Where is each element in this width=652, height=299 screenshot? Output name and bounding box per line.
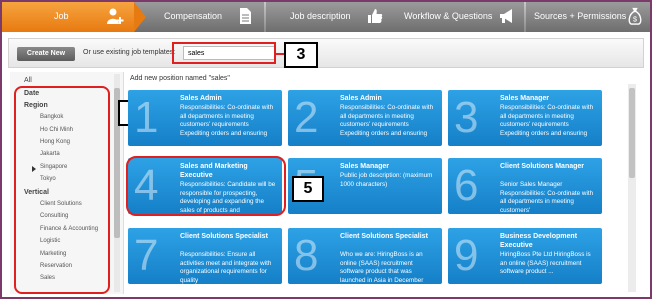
card-title: Sales Manager	[500, 95, 550, 102]
card-description: Responsibilities: Co-ordinate with all d…	[340, 104, 434, 137]
results-scrollbar[interactable]	[628, 84, 636, 292]
tab-job-description[interactable]: Job description	[272, 2, 392, 32]
card-number: 1	[134, 93, 159, 142]
tab-workflow-questions-label: Workflow & Questions	[404, 11, 493, 21]
tab-compensation-label: Compensation	[164, 11, 223, 21]
wizard-tab-bar: Job Compensation Job description Workflo…	[2, 2, 650, 32]
card-description: Senior Sales Manager Responsibilities: C…	[500, 181, 594, 214]
card-title: Business Development Executive	[500, 233, 578, 249]
card-description: Who we are: HiringBoss is an online (SAA…	[340, 251, 424, 284]
add-user-icon	[107, 8, 124, 24]
card-number: 2	[294, 93, 319, 142]
card-number: 6	[454, 161, 479, 210]
tab-divider	[264, 2, 266, 32]
filter-all[interactable]: All	[24, 77, 32, 84]
card-title: Client Solutions Manager	[500, 163, 585, 170]
template-card[interactable]: 9 Business Development Executive HiringB…	[448, 228, 602, 284]
results-heading: Add new position named "sales"	[130, 75, 230, 82]
card-title: Sales Admin	[180, 95, 222, 102]
annotation-callout-3: 3	[284, 42, 318, 68]
card-number: 9	[454, 231, 479, 280]
card-description: Responsibilities: Co-ordinate with all d…	[180, 104, 274, 137]
tab-sources-permissions[interactable]: Sources + Permissions $	[526, 2, 650, 32]
thumbs-up-icon	[368, 9, 383, 23]
annotation-highlight-filters	[14, 86, 110, 294]
document-icon	[240, 8, 251, 24]
annotation-highlight-search	[172, 42, 276, 64]
template-card[interactable]: 2 Sales Admin Responsibilities: Co-ordin…	[288, 90, 442, 146]
megaphone-icon	[500, 9, 512, 23]
tab-compensation[interactable]: Compensation	[142, 2, 262, 32]
card-number: 7	[134, 231, 159, 280]
create-new-button[interactable]: Create New	[17, 47, 75, 61]
card-description: Public job description: (maximum 1000 ch…	[340, 172, 433, 188]
template-card[interactable]: 1 Sales Admin Responsibilities: Co-ordin…	[128, 90, 282, 146]
template-card[interactable]: 3 Sales Manager Responsibilities: Co-ord…	[448, 90, 602, 146]
tab-job-description-label: Job description	[290, 11, 351, 21]
card-title: Sales Admin	[340, 95, 382, 102]
svg-text:$: $	[633, 14, 637, 23]
card-title: Client Solutions Specialist	[180, 233, 268, 240]
annotation-highlight-card	[126, 156, 286, 216]
tab-job[interactable]: Job	[2, 2, 134, 32]
money-bag-icon: $	[628, 7, 642, 25]
app-window: Job Compensation Job description Workflo…	[0, 0, 652, 299]
card-title: Sales Manager	[340, 163, 390, 170]
card-description: Responsibilities: Co-ordinate with all d…	[500, 104, 594, 137]
card-title: Client Solutions Specialist	[340, 233, 428, 240]
card-number: 8	[294, 231, 319, 280]
tab-sources-permissions-label: Sources + Permissions	[534, 11, 627, 21]
template-card[interactable]: 8 Client Solutions Specialist Who we are…	[288, 228, 442, 284]
template-card[interactable]: 7 Client Solutions Specialist Responsibi…	[128, 228, 282, 284]
template-card[interactable]: 6 Client Solutions Manager Senior Sales …	[448, 158, 602, 214]
annotation-callout-5: 5	[292, 176, 324, 202]
template-prompt: Or use existing job templates:	[83, 49, 176, 56]
annotation-connector	[276, 53, 284, 55]
tab-workflow-questions[interactable]: Workflow & Questions	[394, 2, 524, 32]
card-description: Responsibilities: Ensure all activities …	[180, 251, 272, 284]
card-description: HiringBoss Pte Ltd HiringBoss is an onli…	[500, 251, 591, 275]
template-toolbar: Create New Or use existing job templates…	[8, 38, 644, 68]
card-number: 3	[454, 93, 479, 142]
tab-job-label: Job	[54, 11, 69, 21]
results-scrollbar-thumb[interactable]	[629, 88, 635, 178]
